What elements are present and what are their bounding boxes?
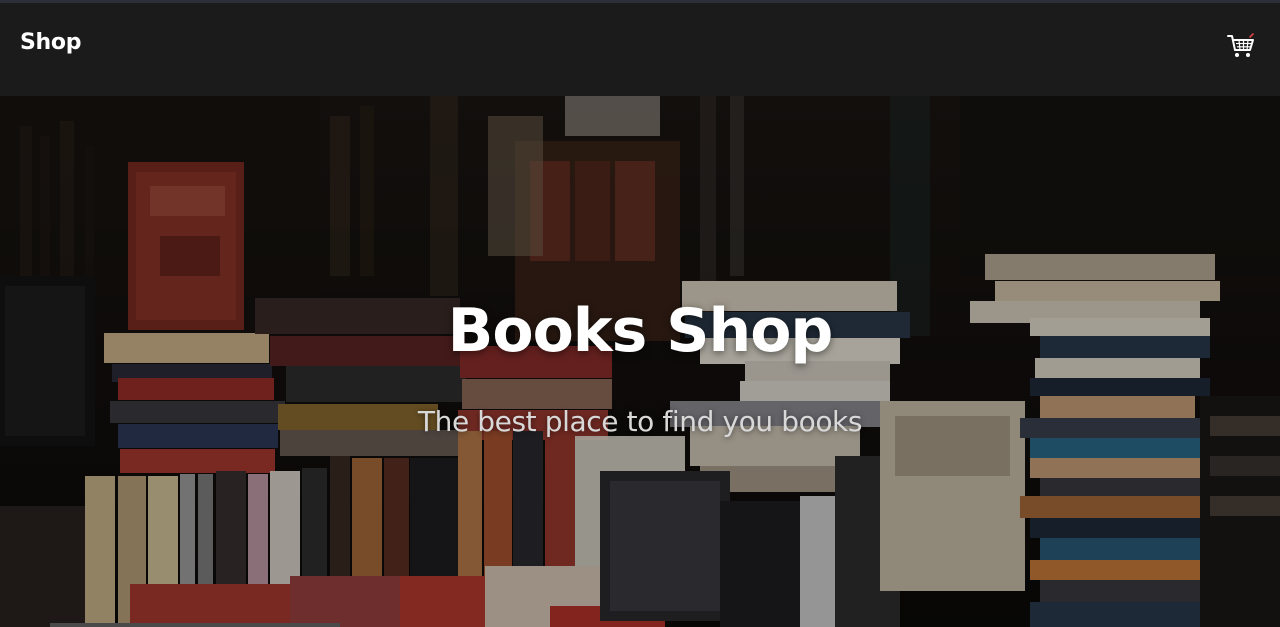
horizontal-scrollbar[interactable] [50,623,340,627]
shopping-cart-icon[interactable] [1226,32,1256,62]
navbar: Shop [0,3,1280,96]
hero-banner: Books Shop The best place to find you bo… [0,96,1280,627]
hero-subtitle: The best place to find you books [417,405,863,438]
hero-title: Books Shop [447,296,834,366]
brand-link[interactable]: Shop [20,30,81,55]
